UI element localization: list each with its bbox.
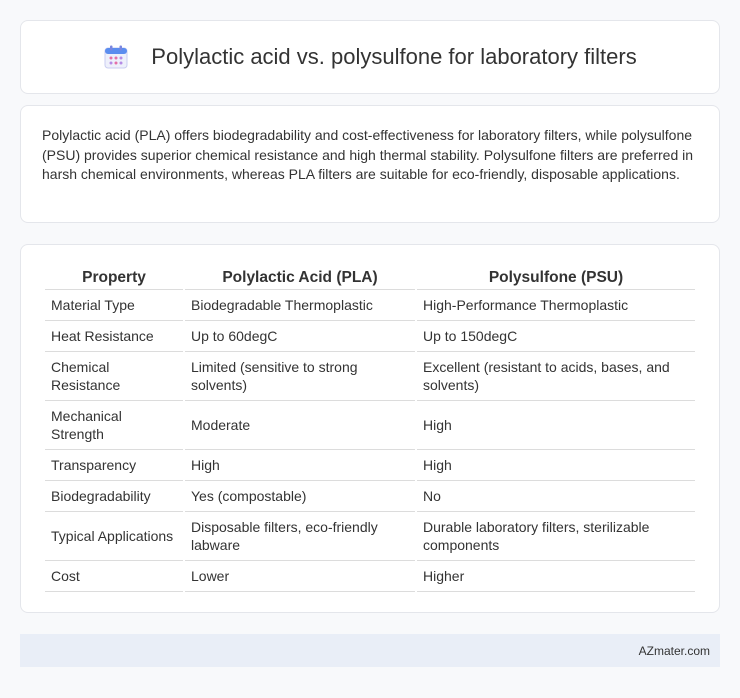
property-cell: Heat Resistance — [45, 321, 183, 352]
psu-cell: Excellent (resistant to acids, bases, an… — [417, 352, 695, 401]
pla-cell: Moderate — [185, 401, 415, 450]
psu-cell: Higher — [417, 561, 695, 592]
intro-paragraph: Polylactic acid (PLA) offers biodegradab… — [42, 127, 694, 182]
psu-cell: High — [417, 401, 695, 450]
property-cell: Cost — [45, 561, 183, 592]
intro-card: Polylactic acid (PLA) offers biodegradab… — [20, 105, 720, 223]
calendar-icon — [103, 44, 129, 70]
property-cell: Typical Applications — [45, 512, 183, 561]
pla-cell: Up to 60degC — [185, 321, 415, 352]
pla-cell: Disposable filters, eco-friendly labware — [185, 512, 415, 561]
psu-cell: Durable laboratory filters, sterilizable… — [417, 512, 695, 561]
table-row: Typical Applications Disposable filters,… — [45, 512, 695, 561]
property-cell: Transparency — [45, 450, 183, 481]
psu-cell: High — [417, 450, 695, 481]
table-row: Biodegradability Yes (compostable) No — [45, 481, 695, 512]
table-header-row: Property Polylactic Acid (PLA) Polysulfo… — [45, 265, 695, 290]
footer-bar: AZmater.com — [20, 634, 720, 667]
pla-cell: Yes (compostable) — [185, 481, 415, 512]
property-cell: Mechanical Strength — [45, 401, 183, 450]
column-header-property: Property — [45, 265, 183, 290]
table-row: Chemical Resistance Limited (sensitive t… — [45, 352, 695, 401]
psu-cell: High-Performance Thermoplastic — [417, 290, 695, 321]
footer-site-link[interactable]: AZmater.com — [639, 644, 710, 658]
pla-cell: Limited (sensitive to strong solvents) — [185, 352, 415, 401]
comparison-table: Property Polylactic Acid (PLA) Polysulfo… — [43, 265, 697, 592]
pla-cell: Lower — [185, 561, 415, 592]
pla-cell: Biodegradable Thermoplastic — [185, 290, 415, 321]
table-row: Cost Lower Higher — [45, 561, 695, 592]
table-row: Material Type Biodegradable Thermoplasti… — [45, 290, 695, 321]
table-row: Mechanical Strength Moderate High — [45, 401, 695, 450]
column-header-psu: Polysulfone (PSU) — [417, 265, 695, 290]
table-row: Transparency High High — [45, 450, 695, 481]
psu-cell: No — [417, 481, 695, 512]
property-cell: Biodegradability — [45, 481, 183, 512]
psu-cell: Up to 150degC — [417, 321, 695, 352]
table-row: Heat Resistance Up to 60degC Up to 150de… — [45, 321, 695, 352]
column-header-pla: Polylactic Acid (PLA) — [185, 265, 415, 290]
property-cell: Chemical Resistance — [45, 352, 183, 401]
page-title: Polylactic acid vs. polysulfone for labo… — [151, 44, 637, 69]
pla-cell: High — [185, 450, 415, 481]
property-cell: Material Type — [45, 290, 183, 321]
title-card: Polylactic acid vs. polysulfone for labo… — [20, 20, 720, 94]
comparison-table-card: Property Polylactic Acid (PLA) Polysulfo… — [20, 244, 720, 613]
